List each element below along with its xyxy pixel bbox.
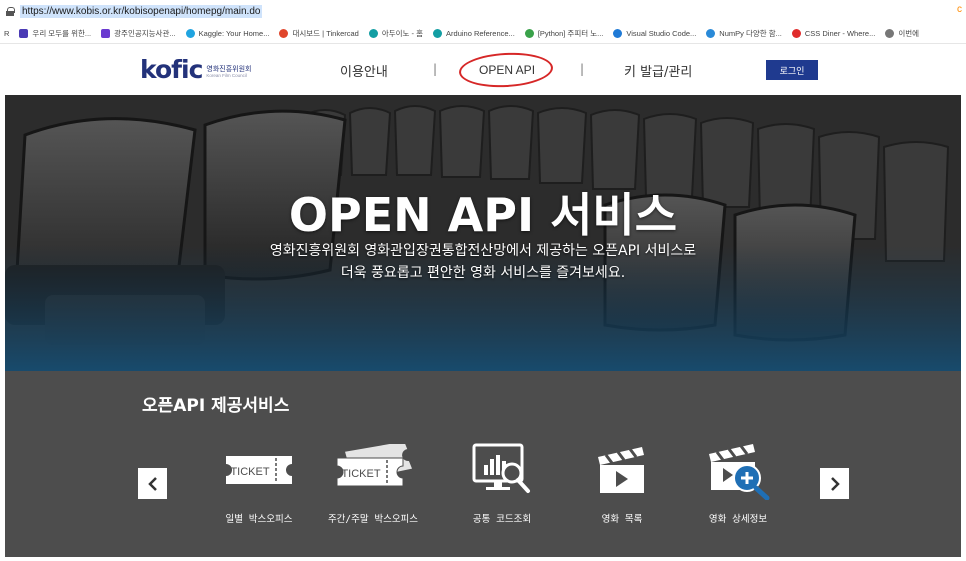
- logo-english-name: Korean Film Council: [206, 73, 247, 78]
- bookmarks-bar: R 우리 모두를 위한... 광주인공지능사관... Kaggle: Your Hom…: [0, 24, 966, 44]
- bookmark-favicon-icon: [706, 29, 716, 38]
- hero-banner: OPEN API 서비스 영화진흥위원회 영화관입장권통합전산망에서 제공하는 …: [5, 95, 961, 371]
- ticket-text: TICKET: [341, 468, 380, 480]
- bookmark-item[interactable]: [Python] 주피터 노...: [524, 28, 604, 39]
- services-title: 오픈API 제공서비스: [142, 396, 290, 416]
- bookmark-label: 대시보드 | Tinkercad: [292, 29, 359, 38]
- kofic-logo[interactable]: kofic 영화진흥위원회 Korean Film Council: [140, 57, 252, 82]
- clapperboard-play-icon: [598, 447, 644, 493]
- arduino-icon: [368, 29, 378, 38]
- bookmark-item[interactable]: 광주인공지능사관...: [101, 28, 176, 39]
- bookmark-label: CSS Diner - Where...: [804, 29, 876, 38]
- bookmark-item[interactable]: R: [4, 29, 9, 38]
- clapperboard-zoom-icon: [709, 444, 770, 500]
- ticket-text: TICKET: [230, 466, 269, 478]
- service-common-code[interactable]: 공통 코드조회: [442, 439, 562, 525]
- nav-key-management[interactable]: 키 발급/관리: [624, 61, 692, 80]
- monitor-chart-search-icon: [472, 443, 530, 493]
- carousel-prev-button[interactable]: [138, 468, 167, 499]
- service-label: 주간/주말 박스오피스: [327, 514, 419, 525]
- tinkercad-icon: [279, 29, 289, 38]
- bookmark-label: NumPy 다양한 함...: [719, 29, 782, 38]
- lock-icon: [6, 6, 15, 16]
- hero-title: OPEN API 서비스: [288, 188, 678, 242]
- hero-description-line-1: 영화진흥위원회 영화관입장권통합전산망에서 제공하는 오픈API 서비스로: [269, 243, 697, 259]
- nav-open-api[interactable]: OPEN API: [479, 63, 535, 77]
- bookmark-item[interactable]: 이번에: [885, 28, 919, 39]
- nav-separator: |: [580, 62, 585, 76]
- service-label: 영화 목록: [601, 514, 643, 525]
- service-label: 영화 상세정보: [708, 514, 768, 525]
- bookmark-label: 아두이노 - 홈: [381, 29, 424, 38]
- service-daily-boxoffice[interactable]: TICKET 일별 박스오피스: [199, 439, 319, 525]
- bookmark-favicon-icon: [101, 29, 111, 38]
- bookmark-item[interactable]: 아두이노 - 홈: [368, 28, 424, 39]
- login-button[interactable]: 로그인: [766, 60, 818, 80]
- logo-wordmark: kofic: [140, 55, 203, 84]
- nav-usage-guide[interactable]: 이용안내: [340, 61, 388, 80]
- url-text[interactable]: https://www.kobis.or.kr/kobisopenapi/hom…: [20, 4, 263, 18]
- bookmark-item[interactable]: CSS Diner - Where...: [791, 29, 876, 38]
- bookmark-label: 이번에: [898, 29, 920, 38]
- address-bar[interactable]: https://www.kobis.or.kr/kobisopenapi/hom…: [0, 0, 966, 22]
- bookmark-item[interactable]: Arduino Reference...: [433, 29, 515, 38]
- logo-korean-name: 영화진흥위원회: [206, 65, 252, 73]
- bookmark-item[interactable]: Visual Studio Code...: [613, 29, 696, 38]
- site-header: kofic 영화진흥위원회 Korean Film Council 이용안내 |…: [0, 45, 966, 95]
- bookmark-label: [Python] 주피터 노...: [537, 29, 604, 38]
- bookmark-favicon-icon: [19, 29, 29, 38]
- service-label: 공통 코드조회: [472, 514, 532, 525]
- chevron-left-icon: [147, 476, 157, 491]
- bookmark-label: Arduino Reference...: [446, 29, 515, 38]
- bookmark-favicon-icon: [791, 29, 801, 38]
- bookmark-item[interactable]: 대시보드 | Tinkercad: [279, 28, 359, 39]
- bookmark-item[interactable]: NumPy 다양한 함...: [706, 28, 782, 39]
- bookmark-label: 광주인공지능사관...: [114, 29, 176, 38]
- bookmark-label: 우리 모두를 위한...: [32, 29, 92, 38]
- service-movie-list[interactable]: 영화 목록: [562, 439, 682, 525]
- address-bar-edge-char: c: [957, 4, 962, 15]
- chevron-right-icon: [830, 476, 840, 491]
- nav-separator: |: [433, 62, 438, 76]
- service-label: 일별 박스오피스: [225, 514, 293, 525]
- bookmark-label: Kaggle: Your Home...: [198, 29, 270, 38]
- bookmark-favicon-icon: [524, 29, 534, 38]
- ticket-icon: TICKET: [226, 456, 292, 484]
- bookmark-item[interactable]: 우리 모두를 위한...: [19, 28, 91, 39]
- vscode-icon: [613, 29, 623, 38]
- bookmark-favicon-icon: [885, 29, 895, 38]
- service-movie-detail[interactable]: 영화 상세정보: [678, 439, 798, 525]
- services-section: 오픈API 제공서비스 TICKET 일별 박스오피스 TICKET 주간/주말…: [5, 371, 961, 557]
- bookmark-label: Visual Studio Code...: [626, 29, 697, 38]
- hero-description-line-2: 더욱 풍요롭고 편안한 영화 서비스를 즐겨보세요.: [340, 265, 626, 281]
- arduino-icon: [433, 29, 443, 38]
- double-ticket-icon: TICKET: [336, 444, 413, 487]
- bookmark-item[interactable]: Kaggle: Your Home...: [185, 29, 270, 38]
- bookmark-label: R: [4, 29, 10, 38]
- service-weekly-boxoffice[interactable]: TICKET 주간/주말 박스오피스: [313, 439, 433, 525]
- carousel-next-button[interactable]: [820, 468, 849, 499]
- kaggle-icon: [185, 29, 195, 38]
